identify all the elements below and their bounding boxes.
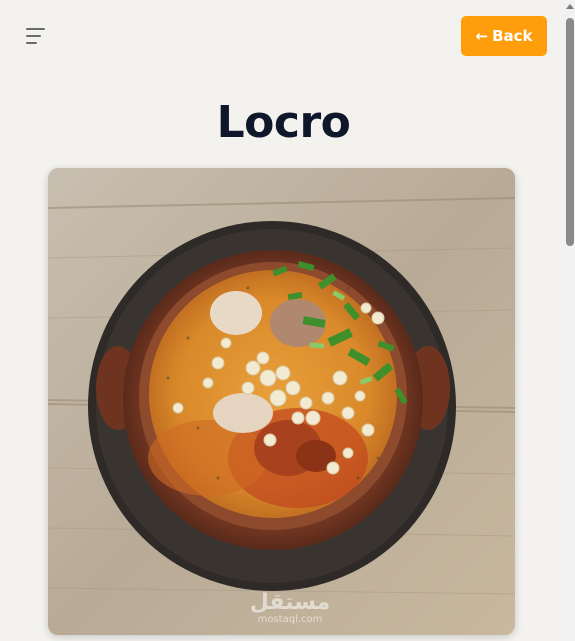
menu-button[interactable] — [20, 22, 50, 50]
dish-image — [48, 168, 515, 635]
arrow-left-icon: ← — [475, 27, 489, 45]
scrollbar[interactable] — [565, 0, 575, 641]
back-button[interactable]: ← Back — [461, 16, 547, 56]
scroll-up-icon[interactable] — [566, 4, 574, 9]
page-title: Locro — [216, 97, 351, 148]
scrollbar-thumb[interactable] — [566, 18, 574, 246]
page: ← Back Locro مستقل mostaql.com — [0, 0, 575, 641]
back-button-label: Back — [492, 27, 533, 45]
